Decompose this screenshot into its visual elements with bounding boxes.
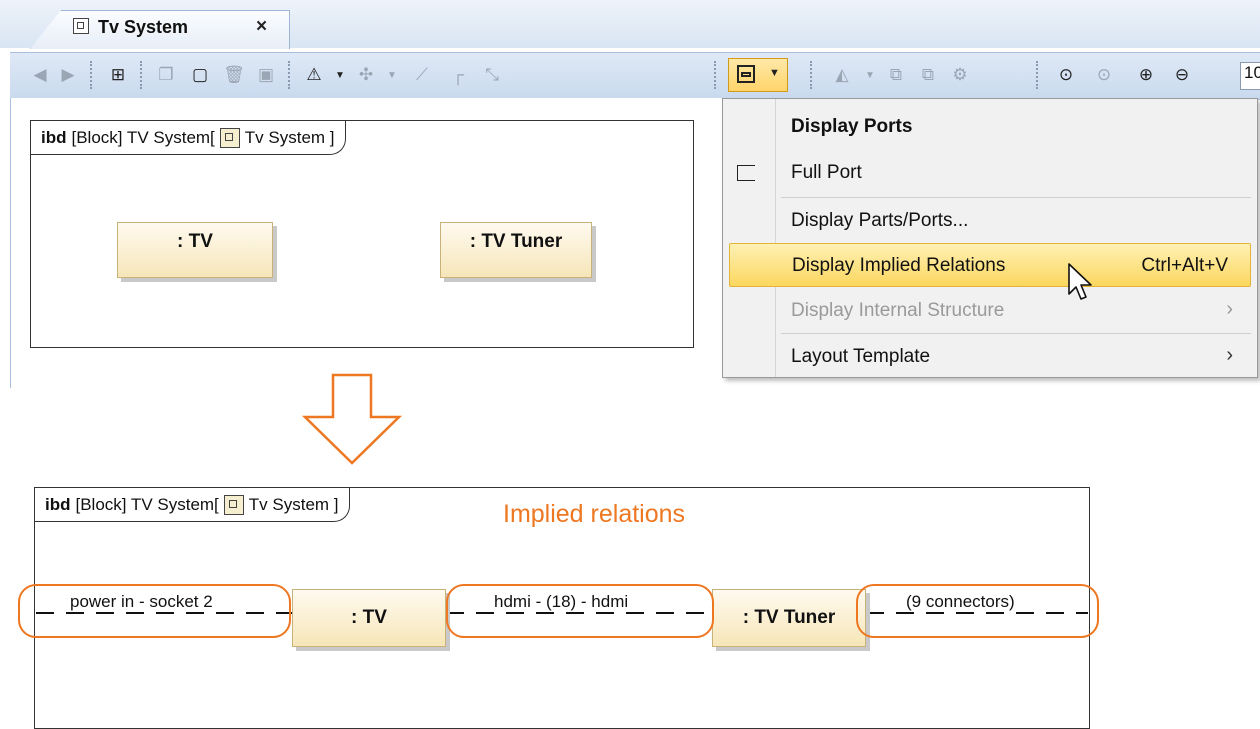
part-tv[interactable]: : TV [292,589,446,647]
highlight-oval [446,584,714,638]
highlight-oval [856,584,1099,638]
part-label: : TV Tuner [742,607,836,628]
highlight-oval [18,584,291,638]
part-tv-tuner[interactable]: : TV Tuner [712,589,866,647]
part-label: : TV [351,607,387,628]
